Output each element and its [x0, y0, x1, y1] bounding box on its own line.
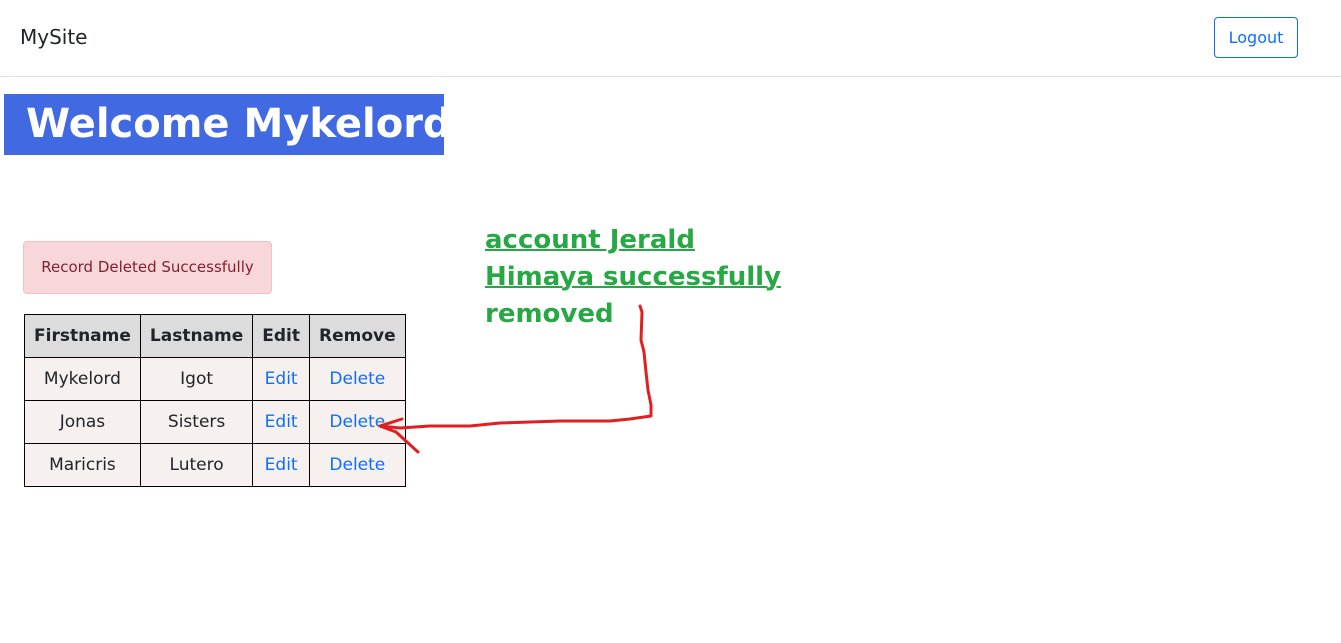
annotation-line-1: account Jerald [485, 225, 695, 255]
table-header-row: Firstname Lastname Edit Remove [24, 314, 406, 358]
cell-remove: Delete [309, 443, 406, 487]
table-row: Mykelord Igot Edit Delete [24, 357, 406, 401]
top-navbar: MySite Logout [0, 0, 1341, 77]
column-header-edit: Edit [252, 314, 311, 358]
annotation-note: account Jerald Himaya successfully remov… [485, 222, 785, 333]
cell-edit: Edit [252, 400, 311, 444]
column-header-firstname: Firstname [24, 314, 141, 358]
cell-edit: Edit [252, 443, 311, 487]
cell-firstname: Mykelord [24, 357, 141, 401]
delete-success-alert: Record Deleted Successfully [23, 241, 272, 294]
delete-link[interactable]: Delete [329, 455, 385, 475]
cell-remove: Delete [309, 400, 406, 444]
cell-lastname: Igot [139, 357, 254, 401]
table-row: Maricris Lutero Edit Delete [24, 443, 406, 487]
table-row: Jonas Sisters Edit Delete [24, 400, 406, 444]
cell-remove: Delete [309, 357, 406, 401]
users-table: Firstname Lastname Edit Remove Mykelord … [24, 314, 406, 487]
welcome-heading: Welcome Mykelord [4, 94, 452, 155]
logout-button[interactable]: Logout [1214, 17, 1298, 58]
cell-edit: Edit [252, 357, 311, 401]
column-header-lastname: Lastname [139, 314, 254, 358]
edit-link[interactable]: Edit [265, 369, 298, 389]
edit-link[interactable]: Edit [265, 412, 298, 432]
site-brand-link[interactable]: MySite [20, 25, 88, 49]
cell-firstname: Jonas [24, 400, 141, 444]
column-header-remove: Remove [309, 314, 406, 358]
cell-lastname: Lutero [139, 443, 254, 487]
cell-lastname: Sisters [139, 400, 254, 444]
edit-link[interactable]: Edit [265, 455, 298, 475]
annotation-line-2: Himaya successfully [485, 262, 782, 292]
delete-link[interactable]: Delete [329, 369, 385, 389]
annotation-line-3: removed [485, 299, 614, 329]
cell-firstname: Maricris [24, 443, 141, 487]
delete-link[interactable]: Delete [329, 412, 385, 432]
